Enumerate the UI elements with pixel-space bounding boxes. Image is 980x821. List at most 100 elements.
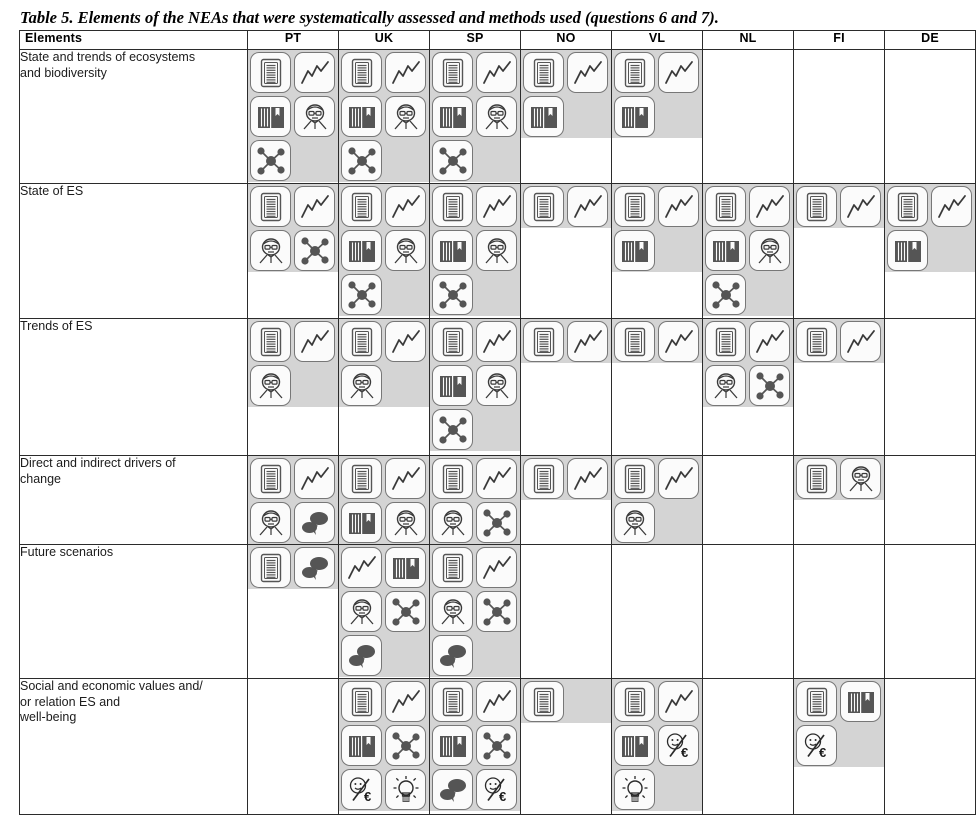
lightbulb-icon — [614, 769, 655, 810]
line-chart-icon — [476, 458, 517, 499]
network-model-icon — [476, 502, 517, 543]
table-row: Trends of ES — [19, 318, 976, 456]
book-literature-icon — [705, 230, 746, 271]
column-header-no: NO — [520, 30, 612, 50]
column-header-nl: NL — [702, 30, 794, 50]
table-header: Elements PT UK SP NO VL NL FI DE — [19, 30, 976, 50]
cell-pt-row5 — [247, 544, 339, 679]
cell-uk-row6: € — [338, 678, 430, 815]
cell-vl-row2 — [611, 183, 703, 319]
document-icon — [614, 52, 655, 93]
cell-pt-row6 — [247, 678, 339, 815]
table-caption: Table 5. Elements of the NEAs that were … — [20, 8, 719, 27]
book-literature-icon — [341, 96, 382, 137]
column-header-elements: Elements — [19, 30, 248, 50]
icon-group — [430, 456, 520, 544]
document-icon — [432, 186, 473, 227]
expert-person-icon — [250, 365, 291, 406]
document-icon — [341, 681, 382, 722]
icon-group — [248, 456, 338, 544]
document-icon — [523, 681, 564, 722]
network-model-icon — [385, 591, 426, 632]
cell-no-row3 — [520, 318, 612, 456]
column-header-uk: UK — [338, 30, 430, 50]
expert-person-icon — [705, 365, 746, 406]
document-icon — [432, 547, 473, 588]
icon-group — [885, 184, 975, 272]
icon-group — [339, 319, 429, 407]
line-chart-icon — [341, 547, 382, 588]
cell-no-row2 — [520, 183, 612, 319]
document-icon — [432, 52, 473, 93]
cell-sp-row1 — [429, 49, 521, 184]
row-label-text: Social and economic values and/ or relat… — [20, 679, 203, 724]
table-row: Direct and indirect drivers of change — [19, 455, 976, 545]
cell-sp-row4 — [429, 455, 521, 545]
document-icon — [614, 681, 655, 722]
icon-group — [248, 50, 338, 182]
line-chart-icon — [294, 321, 335, 362]
document-icon — [523, 186, 564, 227]
book-literature-icon — [385, 547, 426, 588]
svg-text:€: € — [819, 745, 826, 760]
cell-fi-row2 — [793, 183, 885, 319]
svg-text:€: € — [681, 745, 688, 760]
network-model-icon — [705, 274, 746, 315]
icon-group: € — [339, 679, 429, 811]
expert-person-icon — [432, 502, 473, 543]
cell-pt-row3 — [247, 318, 339, 456]
expert-person-icon — [385, 96, 426, 137]
document-icon — [705, 321, 746, 362]
document-icon — [341, 458, 382, 499]
speech-bubbles-icon — [341, 635, 382, 676]
document-icon — [341, 186, 382, 227]
document-icon — [887, 186, 928, 227]
cell-uk-row5 — [338, 544, 430, 679]
icon-group — [794, 456, 884, 500]
book-literature-icon — [341, 725, 382, 766]
line-chart-icon — [931, 186, 972, 227]
icon-group: € — [794, 679, 884, 767]
row-label-6: Social and economic values and/ or relat… — [19, 678, 248, 815]
document-icon — [250, 458, 291, 499]
line-chart-icon — [385, 681, 426, 722]
lightbulb-icon — [385, 769, 426, 810]
document-icon — [250, 547, 291, 588]
document-icon — [432, 681, 473, 722]
icon-group — [248, 545, 338, 589]
cell-nl-row2 — [702, 183, 794, 319]
row-label-text: State of ES — [20, 184, 84, 198]
cell-vl-row6: € — [611, 678, 703, 815]
cell-de-row6 — [884, 678, 976, 815]
table-row: State of ES — [19, 183, 976, 319]
speech-bubbles-icon — [294, 547, 335, 588]
cell-sp-row3 — [429, 318, 521, 456]
network-model-icon — [294, 230, 335, 271]
document-icon — [796, 186, 837, 227]
book-literature-icon — [432, 725, 473, 766]
cell-uk-row3 — [338, 318, 430, 456]
svg-text:€: € — [499, 789, 506, 804]
cell-no-row1 — [520, 49, 612, 184]
icon-group — [248, 319, 338, 407]
document-icon — [341, 321, 382, 362]
book-literature-icon — [887, 230, 928, 271]
table-row: Social and economic values and/ or relat… — [19, 678, 976, 815]
cell-de-row1 — [884, 49, 976, 184]
monetary-valuation-icon: € — [796, 725, 837, 766]
expert-person-icon — [250, 502, 291, 543]
line-chart-icon — [294, 52, 335, 93]
line-chart-icon — [294, 186, 335, 227]
cell-nl-row5 — [702, 544, 794, 679]
document-icon — [705, 186, 746, 227]
line-chart-icon — [658, 458, 699, 499]
cell-vl-row3 — [611, 318, 703, 456]
monetary-valuation-icon: € — [341, 769, 382, 810]
cell-fi-row6: € — [793, 678, 885, 815]
icon-group — [612, 50, 702, 138]
line-chart-icon — [476, 52, 517, 93]
line-chart-icon — [749, 321, 790, 362]
cell-vl-row5 — [611, 544, 703, 679]
cell-uk-row2 — [338, 183, 430, 319]
book-literature-icon — [341, 230, 382, 271]
